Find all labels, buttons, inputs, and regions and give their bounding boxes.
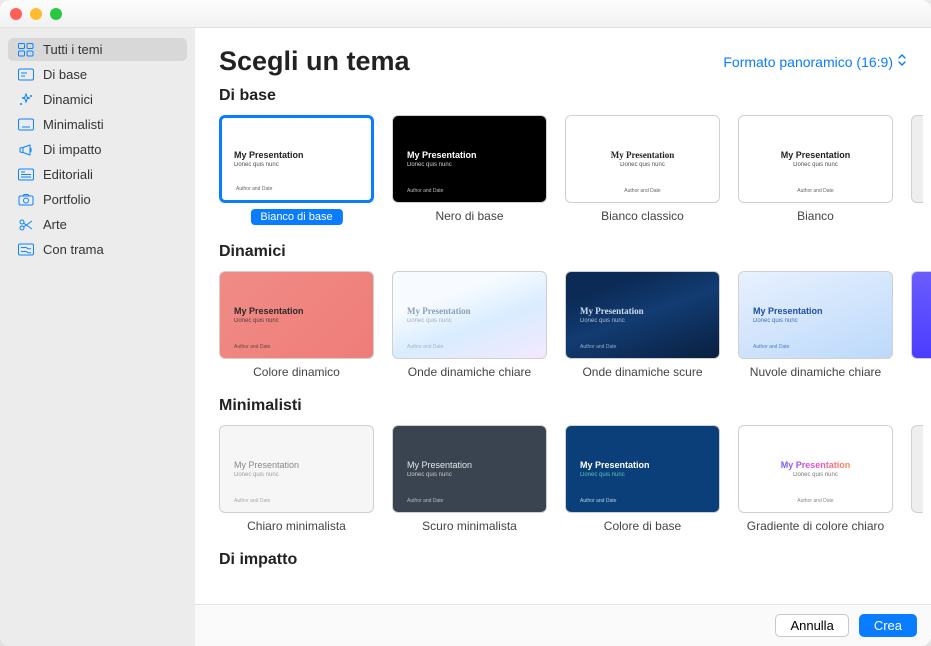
sidebar-item-minimal[interactable]: Minimalisti (8, 113, 187, 136)
theme-label: Colore dinamico (219, 365, 374, 379)
theme-label: Onde dinamiche scure (565, 365, 720, 379)
theme-label: Nero di base (392, 209, 547, 223)
theme-thumb: My Presentation Donec quis nunc Author a… (738, 115, 893, 203)
theme-label: Colore di base (565, 519, 720, 533)
theme-card[interactable]: My Presentation Donec quis nunc Author a… (738, 425, 893, 533)
section-title: Dinamici (219, 243, 931, 261)
sidebar-item-label: Arte (43, 217, 67, 232)
grid-icon (18, 43, 34, 57)
document-icon (18, 168, 34, 182)
theme-chooser-window: Tutti i temi Di base Dinamici Minimalist… (0, 0, 931, 646)
theme-card[interactable]: My Presentation Donec quis nunc Author a… (738, 115, 893, 225)
sidebar-item-label: Portfolio (43, 192, 91, 207)
cancel-button[interactable]: Annulla (775, 614, 848, 637)
theme-label: Bianco classico (565, 209, 720, 223)
section-minimal: Minimalisti My Presentation Donec quis n… (219, 397, 931, 533)
section-title: Di base (219, 87, 931, 105)
theme-peek[interactable] (911, 425, 923, 513)
theme-card[interactable]: My Presentation Donec quis nunc Author a… (392, 271, 547, 379)
minimal-icon (18, 118, 34, 132)
footer: Annulla Crea (195, 604, 931, 646)
theme-row: My Presentation Donec quis nunc Author a… (219, 271, 931, 379)
sidebar-item-editorial[interactable]: Editoriali (8, 163, 187, 186)
theme-card[interactable]: My Presentation Donec quis nunc Author a… (219, 425, 374, 533)
theme-label: Bianco di base (250, 209, 342, 225)
theme-card[interactable]: My Presentation Donec quis nunc Author a… (219, 115, 374, 225)
window-controls (10, 8, 62, 20)
theme-label: Bianco (738, 209, 893, 223)
format-label: Formato panoramico (16:9) (723, 54, 893, 70)
section-bold: Di impatto (219, 551, 931, 569)
texture-icon (18, 243, 34, 257)
sidebar-item-bold[interactable]: Di impatto (8, 138, 187, 161)
main-header: Scegli un tema Formato panoramico (16:9) (195, 28, 931, 87)
sidebar-item-label: Tutti i temi (43, 42, 102, 57)
section-title: Di impatto (219, 551, 931, 569)
zoom-icon[interactable] (50, 8, 62, 20)
sidebar-item-label: Con trama (43, 242, 104, 257)
sidebar-item-label: Editoriali (43, 167, 93, 182)
page-title: Scegli un tema (219, 46, 410, 77)
sidebar-item-label: Dinamici (43, 92, 93, 107)
theme-peek[interactable] (911, 115, 923, 203)
window-body: Tutti i temi Di base Dinamici Minimalist… (0, 28, 931, 646)
theme-label: Scuro minimalista (392, 519, 547, 533)
titlebar (0, 0, 931, 28)
theme-label: Onde dinamiche chiare (392, 365, 547, 379)
section-dynamic: Dinamici My Presentation Donec quis nunc… (219, 243, 931, 379)
section-title: Minimalisti (219, 397, 931, 415)
sidebar-item-label: Di base (43, 67, 87, 82)
section-basic: Di base My Presentation Donec quis nunc … (219, 87, 931, 225)
minimize-icon[interactable] (30, 8, 42, 20)
theme-card[interactable]: My Presentation Donec quis nunc Author a… (565, 115, 720, 225)
theme-card[interactable]: My Presentation Donec quis nunc Author a… (738, 271, 893, 379)
close-icon[interactable] (10, 8, 22, 20)
sidebar-item-portfolio[interactable]: Portfolio (8, 188, 187, 211)
theme-label: Nuvole dinamiche chiare (738, 365, 893, 379)
theme-thumb: My Presentation Donec quis nunc Author a… (738, 271, 893, 359)
sidebar-item-label: Minimalisti (43, 117, 104, 132)
theme-thumb: My Presentation Donec quis nunc Author a… (219, 115, 374, 203)
sidebar-item-textured[interactable]: Con trama (8, 238, 187, 261)
slide-icon (18, 68, 34, 82)
theme-row: My Presentation Donec quis nunc Author a… (219, 425, 931, 533)
theme-row: My Presentation Donec quis nunc Author a… (219, 115, 931, 225)
sidebar: Tutti i temi Di base Dinamici Minimalist… (0, 28, 195, 646)
camera-icon (18, 193, 34, 207)
main-area: Scegli un tema Formato panoramico (16:9)… (195, 28, 931, 646)
format-selector[interactable]: Formato panoramico (16:9) (723, 53, 907, 70)
sidebar-item-all-themes[interactable]: Tutti i temi (8, 38, 187, 61)
theme-thumb: My Presentation Donec quis nunc Author a… (565, 425, 720, 513)
megaphone-icon (18, 143, 34, 157)
sidebar-item-label: Di impatto (43, 142, 102, 157)
theme-thumb: My Presentation Donec quis nunc Author a… (392, 425, 547, 513)
theme-thumb: My Presentation Donec quis nunc Author a… (219, 271, 374, 359)
sidebar-item-basic[interactable]: Di base (8, 63, 187, 86)
theme-thumb: My Presentation Donec quis nunc Author a… (565, 271, 720, 359)
theme-card[interactable]: My Presentation Donec quis nunc Author a… (219, 271, 374, 379)
sidebar-item-dynamic[interactable]: Dinamici (8, 88, 187, 111)
theme-card[interactable]: My Presentation Donec quis nunc Author a… (565, 271, 720, 379)
sidebar-item-art[interactable]: Arte (8, 213, 187, 236)
theme-label: Chiaro minimalista (219, 519, 374, 533)
theme-card[interactable]: My Presentation Donec quis nunc Author a… (565, 425, 720, 533)
theme-card[interactable]: My Presentation Donec quis nunc Author a… (392, 425, 547, 533)
theme-peek[interactable] (911, 271, 923, 379)
theme-thumb: My Presentation Donec quis nunc Author a… (392, 271, 547, 359)
chevron-updown-icon (897, 53, 907, 70)
sparkle-icon (18, 93, 34, 107)
theme-thumb: My Presentation Donec quis nunc Author a… (219, 425, 374, 513)
theme-thumb: My Presentation Donec quis nunc Author a… (565, 115, 720, 203)
theme-content: Di base My Presentation Donec quis nunc … (195, 87, 931, 604)
theme-thumb: My Presentation Donec quis nunc Author a… (392, 115, 547, 203)
theme-thumb: My Presentation Donec quis nunc Author a… (738, 425, 893, 513)
scissors-icon (18, 218, 34, 232)
theme-label: Gradiente di colore chiaro (738, 519, 893, 533)
create-button[interactable]: Crea (859, 614, 917, 637)
theme-card[interactable]: My Presentation Donec quis nunc Author a… (392, 115, 547, 225)
